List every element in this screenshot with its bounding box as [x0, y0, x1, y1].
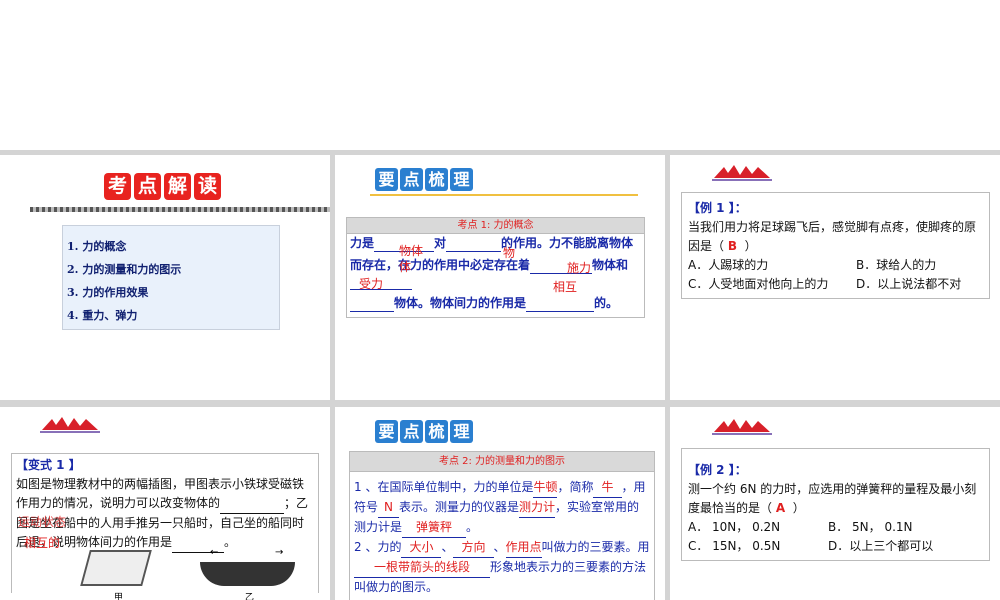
divider	[370, 194, 638, 196]
question-box: 【例 1 】： 当我们用力将足球踢飞后，感觉脚有点疼，使脚疼的原因是（ B ） …	[681, 192, 990, 299]
option[interactable]: C．人受地面对他向上的力	[688, 275, 856, 294]
answer-text: 物	[503, 246, 516, 260]
concept-box: 考点 1: 力的概念 力是 对 的作用。力不能脱离物体 而存在，在力的作用中必定…	[346, 217, 645, 318]
toc-box: 1. 力的概念 2. 力的测量和力的图示 3. 力的作用效果 4. 重力、弹力	[62, 225, 280, 330]
slide-measurement[interactable]: 要点梳理 考点 2: 力的测量和力的图示 1 、在国际单位制中，力的单位是牛顿，…	[335, 407, 665, 600]
boat-figure	[200, 562, 295, 586]
title-tiles: 要点梳理	[375, 420, 475, 443]
arrow-left-icon: ←	[210, 547, 219, 558]
answer-text: 体	[399, 260, 412, 274]
answer-text: 相互	[553, 280, 578, 294]
slide-variant-1[interactable]: 【变式 1 】 如图是物理教材中的两幅插图，甲图表示小铁球受磁铁作用力的情况，说…	[0, 407, 330, 600]
option[interactable]: D．以上三个都可以	[828, 537, 933, 556]
figure-caption: 乙	[245, 593, 255, 600]
decorative-logo-icon	[40, 415, 100, 433]
title-char: 梳	[425, 420, 448, 443]
slide-concept[interactable]: 要点梳理 考点 1: 力的概念 力是 对 的作用。力不能脱离物体 而存在，在力的…	[335, 155, 665, 400]
title-tiles: 要点梳理	[375, 168, 475, 191]
option[interactable]: B．球给人的力	[856, 256, 936, 275]
slide-grid: 考点解读 1. 力的概念 2. 力的测量和力的图示 3. 力的作用效果 4. 重…	[0, 150, 1000, 600]
box-header: 考点 2: 力的测量和力的图示	[350, 452, 654, 472]
question-box: 【例 2 】： 测一个约 6N 的力时，应选用的弹簧秤的量程及最小刻度最恰当的是…	[681, 448, 990, 561]
toc-item: 1. 力的概念	[67, 240, 127, 253]
title-char: 考	[104, 173, 131, 200]
toc-item: 3. 力的作用效果	[67, 286, 149, 299]
arrow-right-icon: →	[275, 547, 284, 558]
answer-text: 运动状态	[18, 515, 67, 529]
title-char: 理	[450, 168, 473, 191]
decorative-logo-icon	[712, 163, 772, 181]
title-char: 解	[164, 173, 191, 200]
slide-overview[interactable]: 考点解读 1. 力的概念 2. 力的测量和力的图示 3. 力的作用效果 4. 重…	[0, 155, 330, 400]
measurement-box: 考点 2: 力的测量和力的图示 1 、在国际单位制中，力的单位是牛顿，简称牛，用…	[349, 451, 655, 600]
option[interactable]: B． 5N， 0.1N	[828, 518, 913, 537]
toc-item: 4. 重力、弹力	[67, 309, 138, 322]
answer-text: 受力	[359, 277, 384, 291]
option[interactable]: A．人踢球的力	[688, 256, 856, 275]
title-char: 点	[134, 173, 161, 200]
title-char: 要	[375, 420, 398, 443]
option[interactable]: D．以上说法都不对	[856, 275, 961, 294]
option[interactable]: A． 10N， 0.2N	[688, 518, 828, 537]
figure-caption: 甲	[114, 593, 124, 600]
title-char: 理	[450, 420, 473, 443]
title-tiles: 考点解读	[104, 173, 224, 200]
magnet-figure	[80, 550, 152, 586]
answer-text: 物体	[399, 244, 424, 258]
title-char: 梳	[425, 168, 448, 191]
wavy-divider	[30, 207, 330, 212]
box-header: 考点 1: 力的概念	[347, 218, 644, 234]
title-char: 读	[194, 173, 221, 200]
slide-example-1[interactable]: 【例 1 】： 当我们用力将足球踢飞后，感觉脚有点疼，使脚疼的原因是（ B ） …	[670, 155, 1000, 400]
title-char: 要	[375, 168, 398, 191]
answer-text: 施力	[567, 261, 592, 275]
title-char: 点	[400, 420, 423, 443]
answer-text: 相互的	[24, 536, 61, 550]
option[interactable]: C． 15N， 0.5N	[688, 537, 828, 556]
title-char: 点	[400, 168, 423, 191]
slide-example-2[interactable]: 【例 2 】： 测一个约 6N 的力时，应选用的弹簧秤的量程及最小刻度最恰当的是…	[670, 407, 1000, 600]
decorative-logo-icon	[712, 417, 772, 435]
toc-item: 2. 力的测量和力的图示	[67, 263, 182, 276]
